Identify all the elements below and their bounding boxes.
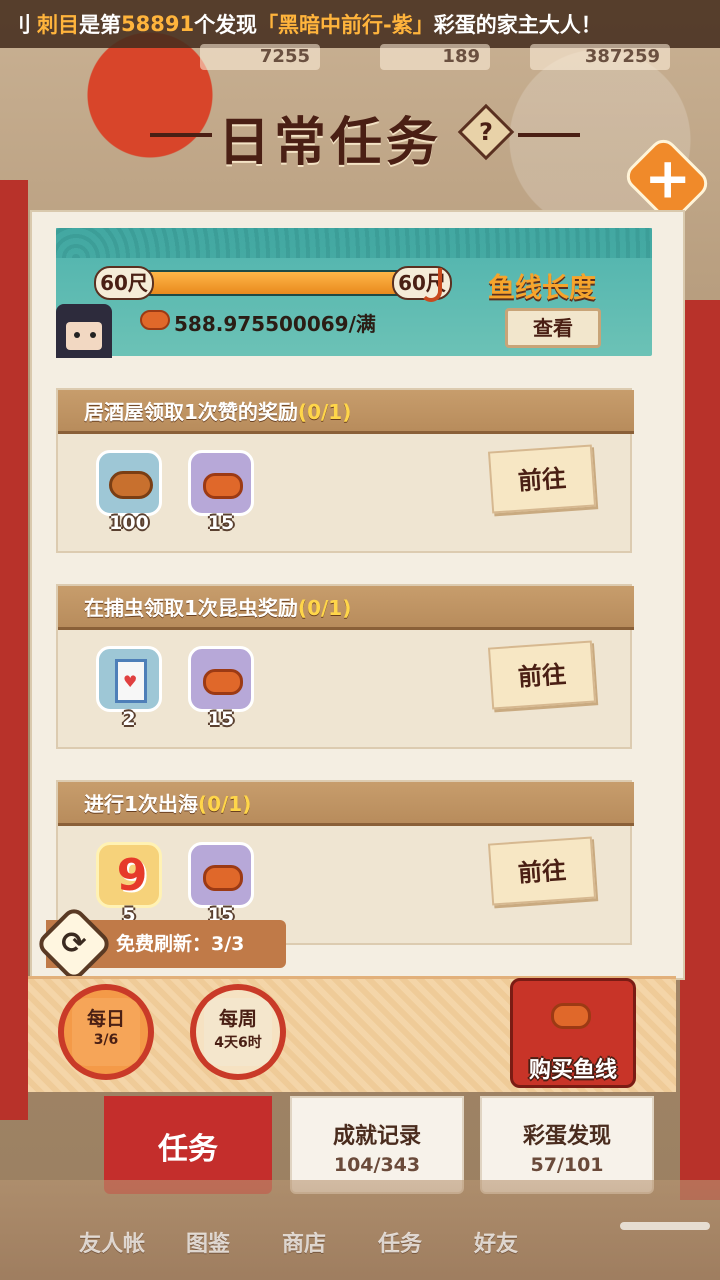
task-card: 在捕虫领取1次昆虫奖励(0/1) 2 15 前往 — [56, 584, 634, 749]
fishing-line-icon — [551, 1003, 591, 1029]
page-title: 日常任务 — [218, 112, 443, 173]
tab-tasks-label: 任务 — [158, 1132, 218, 1167]
title-line-right — [518, 133, 580, 137]
reward-slot[interactable] — [188, 450, 254, 516]
close-icon: + — [644, 146, 692, 212]
nav-friends[interactable]: 好友 — [456, 1226, 536, 1258]
reward-slot[interactable] — [96, 646, 162, 712]
player-avatar — [56, 304, 112, 358]
buy-line-label: 购买鱼线 — [528, 1058, 617, 1083]
marquee-rank: 58891 — [121, 12, 195, 36]
nine-token-icon: 9 — [116, 850, 148, 901]
reward-slot[interactable] — [188, 646, 254, 712]
announcement-marquee: 刂 刺目 是第 58891 个发现 「黑暗中前行-紫」 彩蛋的家主大人！ — [0, 0, 720, 48]
nav-tasks[interactable]: 任务 — [360, 1226, 440, 1258]
resource-fish: 189 — [380, 44, 490, 70]
wood-logs-icon — [109, 471, 153, 499]
wave-pattern — [56, 228, 652, 258]
tab-achievements-count: 104/343 — [333, 1154, 421, 1176]
milk-carton-icon — [115, 659, 147, 703]
daily-label: 每日 — [86, 1008, 125, 1030]
marquee-prefix: 刂 — [10, 13, 31, 37]
resource-coins: 7255 — [200, 44, 320, 70]
line-length-fill — [134, 272, 410, 294]
marquee-text1: 是第 — [79, 13, 121, 37]
home-indicator[interactable] — [620, 1222, 710, 1230]
fishing-line-icon — [140, 310, 170, 330]
tab-easter-eggs-label: 彩蛋发现 — [522, 1124, 611, 1149]
task-progress: (0/1) — [197, 792, 252, 816]
marquee-text2: 个发现 — [194, 13, 258, 37]
resource-bar: 7255 189 387259 — [0, 44, 720, 72]
reward-slot[interactable] — [96, 450, 162, 516]
question-icon: ? — [479, 118, 493, 146]
marquee-text3: 彩蛋的家主大人！ — [433, 13, 602, 37]
go-button[interactable]: 前往 — [487, 836, 597, 906]
fishing-line-icon — [203, 865, 243, 891]
weekly-tab[interactable]: 每周 4天6时 — [190, 984, 286, 1080]
reward-count: 15 — [207, 512, 235, 534]
task-progress: (0/1) — [297, 596, 352, 620]
task-header: 进行1次出海(0/1) — [58, 782, 634, 826]
line-length-progress — [132, 270, 412, 296]
free-refresh-label: 免费刷新：3/3 — [116, 933, 245, 955]
reward-count: 100 — [109, 512, 149, 534]
task-title: 在捕虫领取1次昆虫奖励 — [84, 596, 298, 620]
nav-encyclopedia[interactable]: 图鉴 — [168, 1226, 248, 1258]
line-length-title: 鱼线长度 — [488, 273, 596, 304]
task-progress: (0/1) — [297, 400, 352, 424]
red-curtain-right — [680, 300, 720, 1200]
daily-progress: 3/6 — [93, 1032, 119, 1048]
marquee-egg: 「黑暗中前行-紫」 — [257, 13, 434, 37]
task-title: 居酒屋领取1次赞的奖励 — [84, 400, 298, 424]
refresh-icon: ⟳ — [61, 926, 87, 961]
resource-money: 387259 — [530, 44, 670, 70]
reward-slot[interactable]: 9 — [96, 842, 162, 908]
tab-achievements-label: 成就记录 — [332, 1124, 421, 1149]
weekly-timer: 4天6时 — [214, 1035, 262, 1051]
title-line-left — [150, 133, 212, 137]
reward-count: 2 — [122, 708, 136, 730]
go-button[interactable]: 前往 — [487, 640, 597, 710]
task-header: 在捕虫领取1次昆虫奖励(0/1) — [58, 586, 634, 630]
line-current-label: 60尺 — [94, 266, 154, 300]
tab-easter-eggs-count: 57/101 — [530, 1154, 604, 1176]
fishing-line-icon — [203, 669, 243, 695]
daily-tab[interactable]: 每日 3/6 — [58, 984, 154, 1080]
weekly-label: 每周 — [218, 1008, 257, 1030]
reward-count: 15 — [207, 708, 235, 730]
task-card: 居酒屋领取1次赞的奖励(0/1) 100 15 前往 — [56, 388, 634, 553]
reward-slot[interactable] — [188, 842, 254, 908]
nav-friend-book[interactable]: 友人帐 — [72, 1226, 152, 1258]
view-button[interactable]: 查看 — [505, 308, 601, 348]
line-amount: 588.975500069/满 — [174, 312, 376, 336]
nav-shop[interactable]: 商店 — [264, 1226, 344, 1258]
fishing-line-icon — [203, 473, 243, 499]
hook-icon — [420, 268, 442, 302]
task-title: 进行1次出海 — [84, 792, 198, 816]
task-header: 居酒屋领取1次赞的奖励(0/1) — [58, 390, 634, 434]
go-button[interactable]: 前往 — [487, 444, 597, 514]
marquee-player: 刺目 — [37, 13, 79, 37]
red-curtain-left — [0, 180, 28, 1120]
